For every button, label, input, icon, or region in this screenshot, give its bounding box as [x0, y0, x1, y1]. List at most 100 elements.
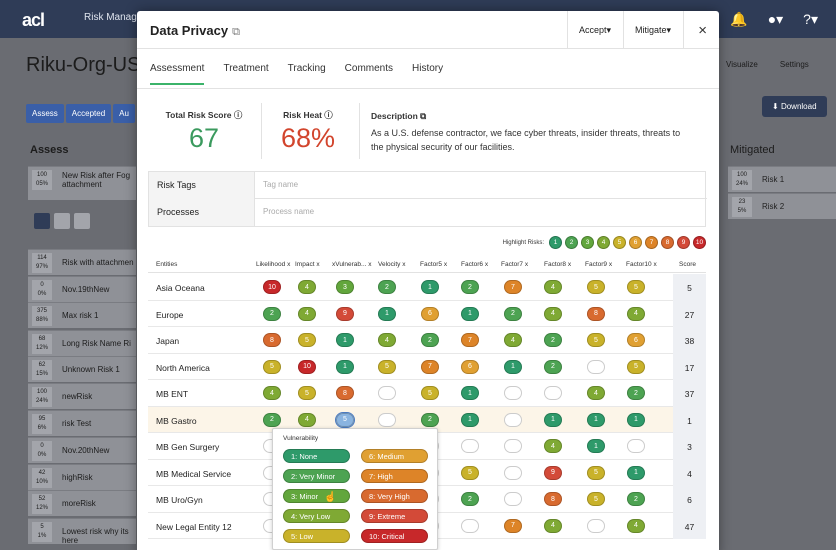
risk-level-pill[interactable]: 2: [421, 412, 439, 427]
background-tab[interactable]: Accepted: [65, 104, 112, 123]
risk-level-pill[interactable]: 1: [378, 306, 396, 321]
risk-level-pill[interactable]: [504, 439, 522, 453]
risk-level-pill[interactable]: 1: [587, 412, 605, 427]
risk-level-pill[interactable]: 1: [421, 280, 439, 294]
risk-level-pill[interactable]: 5: [298, 386, 316, 400]
risk-level-pill[interactable]: 4: [544, 280, 562, 294]
accept-dropdown[interactable]: Accept ▾: [567, 11, 622, 49]
assess-row[interactable]: 100 24% newRisk: [28, 383, 136, 409]
risk-level-pill[interactable]: 4: [587, 386, 605, 400]
risk-level-pill[interactable]: [587, 518, 605, 533]
external-link-icon[interactable]: ⧉: [232, 26, 240, 38]
risk-level-pill[interactable]: 6: [421, 306, 439, 321]
risk-level-pill[interactable]: [587, 359, 605, 374]
mitigate-dropdown[interactable]: Mitigate ▾: [623, 11, 682, 49]
user-icon[interactable]: ●▾: [768, 11, 783, 28]
highlight-chip[interactable]: 6: [629, 236, 642, 249]
assess-row[interactable]: 52 12% moreRisk: [28, 490, 136, 516]
vulnerability-option[interactable]: 9: Extreme: [361, 509, 428, 523]
column-header[interactable]: Factor9 x: [585, 261, 612, 268]
risk-level-pill[interactable]: 1: [627, 465, 645, 480]
risk-level-pill[interactable]: 8: [544, 492, 562, 506]
risk-level-pill[interactable]: 5: [298, 333, 316, 347]
risk-level-pill[interactable]: 7: [461, 333, 479, 347]
risk-level-pill[interactable]: 1: [461, 386, 479, 400]
background-tab[interactable]: Assess: [26, 104, 64, 123]
risk-level-pill[interactable]: 4: [504, 333, 522, 347]
assess-row[interactable]: 100 05% New Risk after Fog attachment: [28, 166, 136, 200]
edit-description-icon[interactable]: ⧉: [420, 111, 426, 121]
assess-row[interactable]: 0 0% Nov.19thNew: [28, 276, 136, 302]
risk-level-pill[interactable]: 2: [421, 333, 439, 347]
highlight-chip[interactable]: 7: [645, 236, 658, 249]
risk-level-pill[interactable]: [378, 412, 396, 427]
remove-column-icon[interactable]: x: [652, 261, 656, 268]
risk-level-pill[interactable]: 5: [335, 411, 355, 428]
risk-level-pill[interactable]: 4: [378, 333, 396, 347]
tab-assessment[interactable]: Assessment: [150, 63, 205, 85]
risk-level-pill[interactable]: 5: [378, 359, 396, 374]
risk-level-pill[interactable]: [378, 386, 396, 400]
assess-row[interactable]: 42 10% highRisk: [28, 464, 136, 490]
risk-level-pill[interactable]: 1: [504, 359, 522, 374]
assess-row[interactable]: 375 88% Max risk 1: [28, 302, 136, 328]
risk-level-pill[interactable]: [504, 465, 522, 480]
risk-level-pill[interactable]: 4: [298, 280, 316, 294]
vulnerability-option[interactable]: 3: Minor: [283, 489, 350, 503]
column-header[interactable]: Factor7 x: [501, 261, 528, 268]
assess-row[interactable]: 0 0% Nov.20thNew: [28, 437, 136, 463]
background-tab[interactable]: Au: [113, 104, 135, 123]
mitigated-row[interactable]: 100 24% Risk 1: [728, 166, 836, 192]
remove-column-icon[interactable]: x: [483, 261, 488, 268]
vulnerability-option[interactable]: 5: Low: [283, 529, 350, 543]
risk-level-pill[interactable]: [504, 386, 522, 400]
risk-level-pill[interactable]: 9: [544, 465, 562, 480]
remove-column-icon[interactable]: x: [366, 261, 371, 268]
download-button[interactable]: ⬇ Download: [762, 96, 827, 117]
column-header[interactable]: Factor6 x: [461, 261, 488, 268]
risk-level-pill[interactable]: 6: [627, 333, 645, 347]
tab-treatment[interactable]: Treatment: [223, 63, 268, 85]
risk-level-pill[interactable]: 4: [298, 306, 316, 321]
risk-level-pill[interactable]: 9: [336, 306, 354, 321]
highlight-chip[interactable]: 8: [661, 236, 674, 249]
risk-level-pill[interactable]: 5: [461, 465, 479, 480]
help-icon[interactable]: ?▾: [803, 11, 818, 28]
bell-icon[interactable]: 🔔: [730, 11, 747, 28]
highlight-chip[interactable]: 9: [677, 236, 690, 249]
risk-level-pill[interactable]: 4: [627, 518, 645, 533]
risk-level-pill[interactable]: 2: [627, 386, 645, 400]
risk-level-pill[interactable]: 1: [627, 412, 645, 427]
risk-level-pill[interactable]: 7: [504, 518, 522, 533]
remove-column-icon[interactable]: x: [400, 261, 405, 268]
risk-level-pill[interactable]: [461, 439, 479, 453]
risk-level-pill[interactable]: 2: [378, 280, 396, 294]
vulnerability-option[interactable]: 1: None: [283, 449, 350, 463]
risk-level-pill[interactable]: 8: [336, 386, 354, 400]
vulnerability-option[interactable]: 8: Very High: [361, 489, 428, 503]
remove-column-icon[interactable]: x: [285, 261, 290, 268]
vulnerability-option[interactable]: 7: High: [361, 469, 428, 483]
column-header[interactable]: Velocity x: [378, 261, 405, 268]
risk-level-pill[interactable]: 2: [263, 306, 281, 321]
risk-level-pill[interactable]: 4: [298, 412, 316, 427]
risk-level-pill[interactable]: 5: [587, 333, 605, 347]
risk-level-pill[interactable]: 1: [461, 306, 479, 321]
risk-level-pill[interactable]: 2: [627, 492, 645, 506]
risk-level-pill[interactable]: 4: [544, 518, 562, 533]
assess-row[interactable]: 95 6% risk Test: [28, 410, 136, 436]
vulnerability-option[interactable]: 6: Medium: [361, 449, 428, 463]
column-header[interactable]: Impact x: [295, 261, 320, 268]
assess-row[interactable]: 68 12% Long Risk Name Ri: [28, 330, 136, 356]
risk-level-pill[interactable]: 4: [544, 306, 562, 321]
risk-level-pill[interactable]: 10: [298, 359, 316, 374]
risk-level-pill[interactable]: 5: [263, 359, 281, 374]
visualize-link[interactable]: Visualize: [726, 60, 758, 69]
risk-level-pill[interactable]: 5: [587, 280, 605, 294]
risk-level-pill[interactable]: 2: [544, 359, 562, 374]
risk-level-pill[interactable]: [504, 492, 522, 506]
column-header[interactable]: Factor8 x: [544, 261, 571, 268]
risk-level-pill[interactable]: 2: [461, 280, 479, 294]
risk-level-pill[interactable]: 3: [336, 280, 354, 294]
assess-row[interactable]: 62 15% Unknown Risk 1: [28, 356, 136, 382]
